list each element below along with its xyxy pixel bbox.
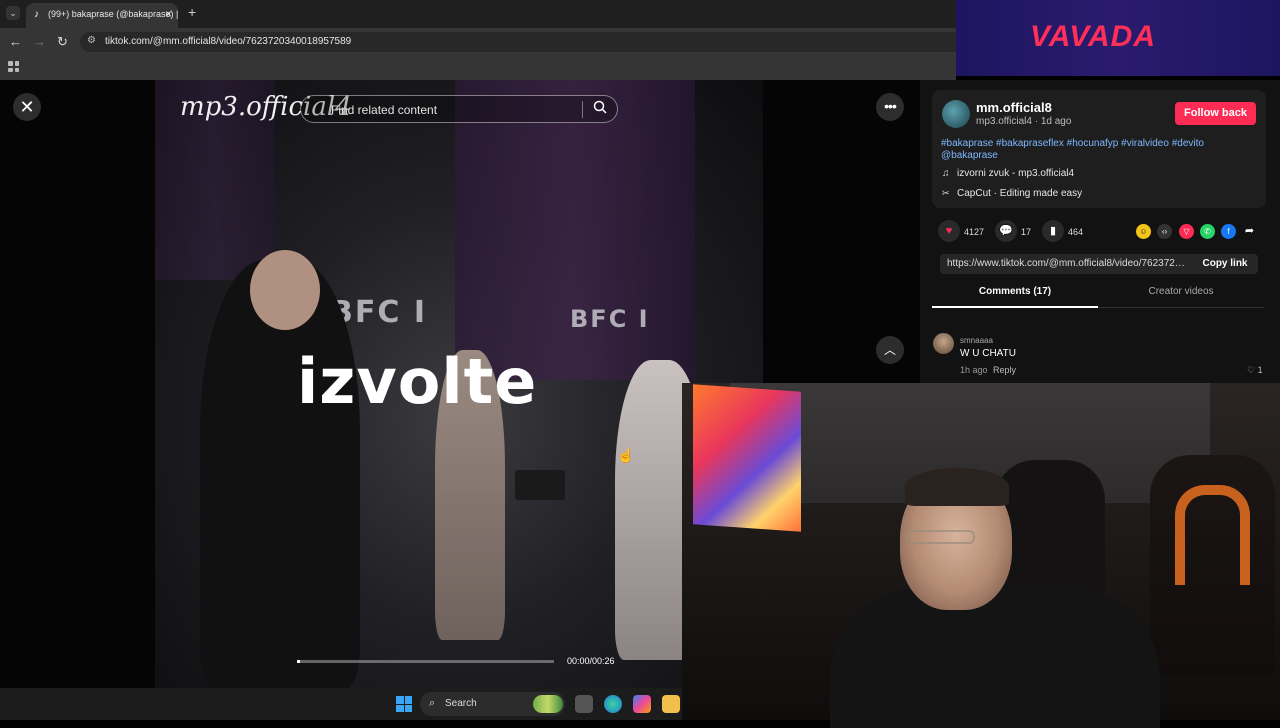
windows-start-icon[interactable]	[396, 696, 412, 712]
like-icon[interactable]: ♥	[938, 220, 960, 242]
save-count: 464	[1068, 227, 1084, 237]
comment-text: W U CHATU	[960, 348, 1016, 359]
comment-like-count: 1	[1257, 365, 1263, 375]
ad-logo: VAVADA	[1030, 20, 1156, 53]
file-explorer-icon[interactable]	[662, 695, 680, 713]
facebook-icon[interactable]: f	[1221, 224, 1236, 239]
search-highlight-icon	[533, 695, 563, 713]
reload-icon[interactable]: ↻	[57, 34, 68, 50]
video-time: 00:00/00:26	[567, 656, 615, 666]
search-placeholder: Find related content	[331, 103, 438, 117]
coin-icon[interactable]: ☺	[1136, 224, 1151, 239]
site-info-icon[interactable]: ⚙	[87, 35, 96, 46]
chevron-up-icon[interactable]: ︿	[876, 336, 904, 364]
apps-grid-icon[interactable]	[8, 61, 19, 72]
progress-track[interactable]	[297, 660, 554, 663]
scene-sign-right: BFC I	[570, 305, 650, 333]
mouse-cursor-icon: ☝	[617, 447, 635, 463]
embed-icon[interactable]: ‹›	[1157, 224, 1172, 239]
copilot-icon[interactable]	[633, 695, 651, 713]
comment-icon[interactable]: 💬	[995, 220, 1017, 242]
like-count: 4127	[964, 227, 985, 237]
tab-creator-videos[interactable]: Creator videos	[1098, 286, 1264, 308]
forward-icon[interactable]: →	[33, 34, 46, 49]
send-icon[interactable]: ▽	[1179, 224, 1194, 239]
address-bar[interactable]: ⚙ tiktok.com/@mm.official8/video/7623720…	[80, 32, 956, 52]
comment-reply-button[interactable]: Reply	[993, 365, 1016, 375]
edge-icon[interactable]	[604, 695, 622, 713]
video-overlay-text: izvolte	[297, 345, 538, 418]
webcam-chair	[1150, 455, 1275, 675]
browser-tab[interactable]: ♪ (99+) bakaprase (@bakaprase) | ×	[26, 3, 178, 28]
tab-search-dropdown-icon[interactable]: ⌄	[6, 6, 20, 20]
taskbar-search[interactable]: ⌕ Search	[420, 692, 565, 716]
post-hashtags[interactable]: #bakaprase #bakapraseflex #hocunafyp #vi…	[941, 138, 1241, 162]
bookmarks-bar	[0, 56, 956, 80]
link-field[interactable]: https://www.tiktok.com/@mm.official8/vid…	[940, 254, 1192, 274]
comment-time: 1h ago	[960, 365, 988, 375]
capcut-icon: ✂	[942, 188, 950, 198]
tab-comments[interactable]: Comments (17)	[932, 286, 1098, 308]
close-icon[interactable]: ✕	[13, 93, 41, 121]
progress-fill	[297, 660, 300, 663]
comment-username[interactable]: smnaaaa	[960, 336, 993, 345]
music-note-icon: ♫	[942, 168, 950, 179]
link-text: https://www.tiktok.com/@mm.official8/vid…	[947, 258, 1187, 269]
comment-count: 17	[1021, 227, 1032, 237]
capcut-link[interactable]: CapCut · Editing made easy	[957, 188, 1082, 199]
tab-title: (99+) bakaprase (@bakaprase) |	[48, 9, 179, 19]
tiktok-icon: ♪	[34, 9, 39, 20]
search-input[interactable]: Find related content	[300, 95, 618, 123]
task-view-icon[interactable]	[575, 695, 593, 713]
comment-avatar[interactable]	[933, 333, 954, 354]
copy-link-button[interactable]: Copy link	[1192, 254, 1258, 274]
comment-like-button[interactable]: ♡ 1	[1247, 365, 1263, 376]
webcam-glasses	[905, 530, 975, 544]
close-tab-icon[interactable]: ×	[165, 7, 172, 21]
avatar[interactable]	[942, 100, 970, 128]
music-link[interactable]: izvorni zvuk - mp3.official4	[957, 168, 1074, 179]
bookmark-icon[interactable]: ▮	[1042, 220, 1064, 242]
taskbar-search-label: Search	[445, 698, 477, 709]
share-icon[interactable]: ➦	[1242, 224, 1257, 239]
url-text: tiktok.com/@mm.official8/video/762372034…	[105, 36, 352, 47]
whatsapp-icon[interactable]: ✆	[1200, 224, 1215, 239]
more-options-icon[interactable]: •••	[876, 93, 904, 121]
divider	[582, 101, 583, 118]
new-tab-button[interactable]: +	[188, 4, 196, 20]
webcam-person-hair	[905, 468, 1009, 506]
author-username[interactable]: mm.official8	[976, 100, 1052, 115]
webcam-person-body	[830, 588, 1160, 728]
search-icon: ⌕	[429, 697, 436, 709]
back-icon[interactable]: ←	[9, 34, 22, 49]
author-subline: mp3.official4 · 1d ago	[976, 116, 1072, 127]
follow-back-button[interactable]: Follow back	[1175, 102, 1256, 125]
webcam-tv-screen	[693, 384, 801, 532]
search-icon[interactable]	[593, 100, 607, 114]
